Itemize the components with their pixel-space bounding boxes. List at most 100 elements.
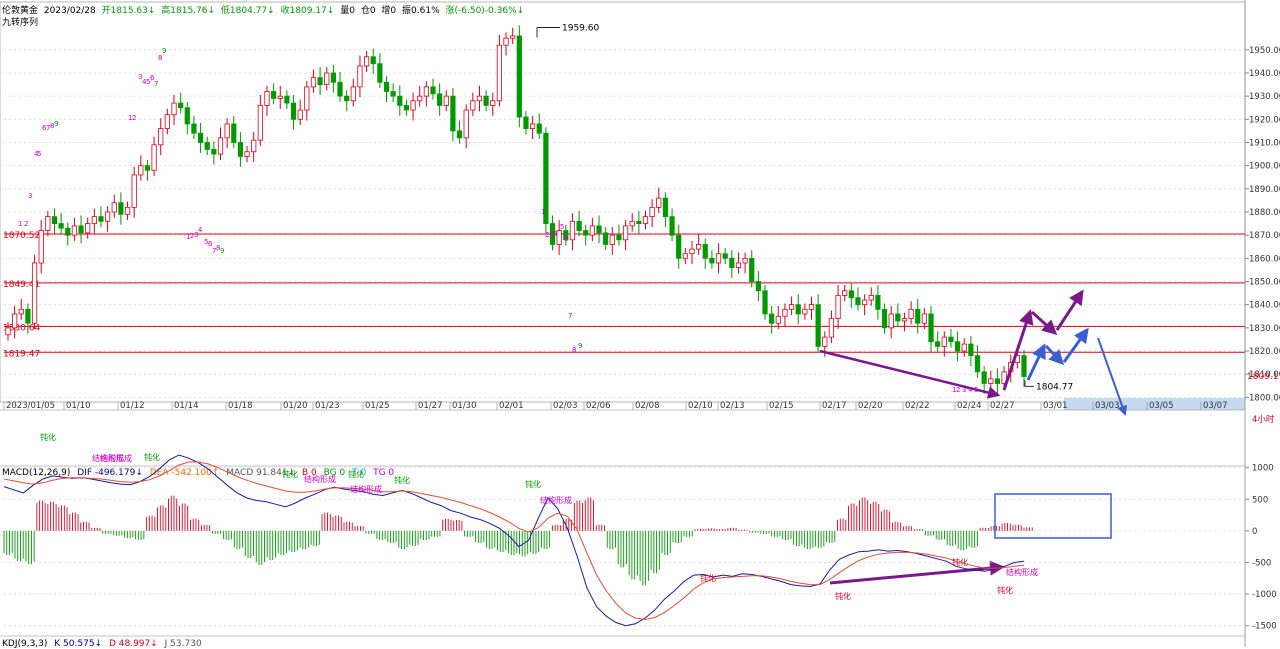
gold-chart[interactable]: 1870.521849.411830.641819.47 1800.001810… [0, 0, 1280, 647]
candle-body [12, 313, 18, 329]
candle-body [244, 151, 250, 157]
x-tick-label: 02/15 [769, 401, 794, 411]
candle-body [18, 308, 24, 315]
price-tick-label: 1820.00 [1249, 347, 1280, 357]
candle-body [25, 308, 31, 324]
candle-body [317, 77, 323, 85]
td-sequence-label: 1 [18, 220, 22, 228]
candle-body [782, 308, 788, 317]
x-tick-label: 02/24 [957, 401, 982, 411]
candle-body [556, 230, 562, 245]
x-tick-label: 01/30 [452, 401, 477, 411]
last-price-label: 1809.17 [1247, 372, 1280, 382]
candle-body [1021, 355, 1027, 377]
td-sequence-label: 7 [154, 80, 158, 88]
x-tick-label: 03/05 [1149, 401, 1174, 411]
candle-body [835, 295, 841, 319]
projection-arrow-up-2 [1055, 289, 1084, 331]
candle-body [915, 308, 921, 324]
candle-body [536, 123, 542, 134]
x-tick-label: 01/18 [228, 401, 253, 411]
candle-body [98, 216, 104, 222]
candle-body [842, 290, 848, 296]
candle-body [662, 197, 669, 218]
td-sequence-label: 5 [37, 150, 41, 158]
x-tick-label: 02/03 [553, 401, 578, 411]
macd-pattern-label: 钝化 [700, 573, 716, 583]
candle-body [589, 225, 595, 236]
projection-arrow-down-1 [1030, 310, 1058, 336]
candle-body [935, 341, 941, 347]
x-tick-label: 01/20 [283, 401, 308, 411]
macd-pattern-label: 结构形成 [100, 453, 132, 463]
candle-body [191, 123, 197, 134]
candle-body [988, 378, 994, 384]
candle-body [78, 225, 84, 234]
candle-body [437, 93, 443, 106]
macd-tick-label: 0 [1252, 527, 1257, 537]
td-sequence-label: 9 [162, 47, 166, 55]
candle-body [603, 232, 609, 245]
candle-body [463, 109, 469, 139]
candle-body [968, 343, 974, 357]
candle-body [91, 216, 97, 224]
candle-body [649, 206, 655, 218]
price-pane-border [0, 1, 1246, 403]
price-tick-label: 1910.00 [1249, 138, 1280, 148]
price-tick-label: 1890.00 [1249, 185, 1280, 195]
candle-body [363, 56, 370, 67]
candle-body [676, 234, 682, 259]
candle-body [164, 114, 170, 129]
price-tick-label: 1900.00 [1249, 162, 1280, 172]
macd-tick-label: 500 [1252, 495, 1268, 505]
divergence-arrow-macd [829, 560, 1005, 585]
candle-body [755, 281, 761, 292]
high-value-label: 1959.60 [562, 24, 599, 34]
td-sequence-label: 8 [572, 346, 576, 354]
price-tick-label: 1840.00 [1249, 301, 1280, 311]
candle-body [51, 216, 58, 224]
candle-body [410, 100, 416, 111]
candle-body [629, 220, 635, 227]
projection-arrow-up-1 [1002, 309, 1034, 391]
candle-body [304, 86, 310, 111]
candle-body [994, 378, 1001, 384]
candle-body [251, 139, 257, 153]
macd-tick-label: 1000 [1252, 464, 1274, 474]
candle-body [118, 202, 124, 215]
macd-pattern-label: 钝化 [394, 475, 410, 485]
td-sequence-label: 2 [24, 220, 28, 228]
price-tick-label: 1850.00 [1249, 278, 1280, 288]
candle-body [709, 257, 715, 264]
candle-body [443, 95, 449, 106]
projection-arrow-blue-up-2 [1062, 327, 1089, 363]
candle-body [901, 318, 908, 322]
candle-body [211, 149, 217, 155]
price-tick-label: 1870.00 [1249, 231, 1280, 241]
candle-body [941, 336, 947, 347]
candle-body [38, 230, 44, 264]
candle-body [696, 244, 702, 250]
x-tick-label: 01/12 [120, 401, 145, 411]
td-sequence-label: 7 [568, 312, 572, 320]
candle-body [689, 248, 695, 255]
candle-body [682, 253, 688, 259]
candle-body [45, 216, 51, 231]
candle-body [715, 253, 722, 264]
x-tick-label: 02/22 [905, 401, 930, 411]
x-tick-label: 2023/01/05 [6, 401, 55, 411]
candle-body [237, 142, 244, 157]
td-sequence-label: 6 [564, 235, 569, 243]
macd-pattern-label: 钝化 [40, 432, 56, 442]
candle-body [510, 35, 516, 39]
price-tick-label: 1880.00 [1249, 208, 1280, 218]
candle-body [895, 313, 901, 322]
x-tick-label: 02/17 [822, 401, 847, 411]
macd-pattern-label: 钝化 [348, 469, 364, 479]
candle-body [138, 165, 144, 176]
candle-body [583, 230, 589, 236]
candle-body [822, 336, 828, 347]
x-tick-label: 02/13 [720, 401, 745, 411]
level-label: 1870.52 [3, 231, 40, 241]
candle-body [569, 220, 576, 241]
